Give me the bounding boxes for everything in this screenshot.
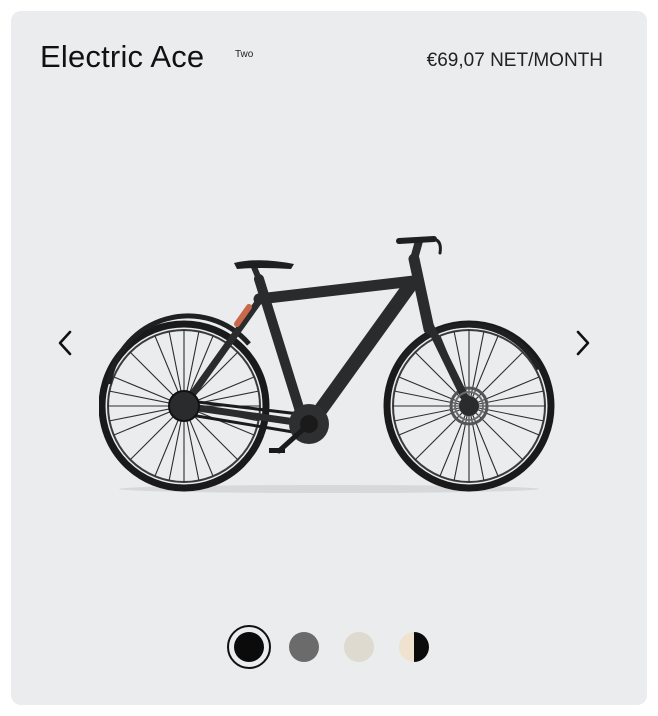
bike-frame xyxy=(168,236,484,454)
product-title: Electric Ace xyxy=(40,39,205,74)
color-swatch-sand[interactable] xyxy=(344,632,374,662)
carousel-prev-button[interactable] xyxy=(48,326,82,360)
chevron-left-icon xyxy=(58,330,72,356)
product-price: €69,07 NET/MONTH xyxy=(426,50,603,71)
color-swatch-black[interactable] xyxy=(234,632,264,662)
color-swatch-grey[interactable] xyxy=(289,632,319,662)
color-selector xyxy=(11,623,647,669)
chevron-right-icon xyxy=(576,330,590,356)
bike-image xyxy=(99,236,555,493)
product-card: Electric Ace Two €69,07 NET/MONTH xyxy=(11,11,647,705)
color-swatch-sand-black[interactable] xyxy=(399,632,429,662)
product-variant: Two xyxy=(235,49,254,60)
carousel-next-button[interactable] xyxy=(566,326,600,360)
